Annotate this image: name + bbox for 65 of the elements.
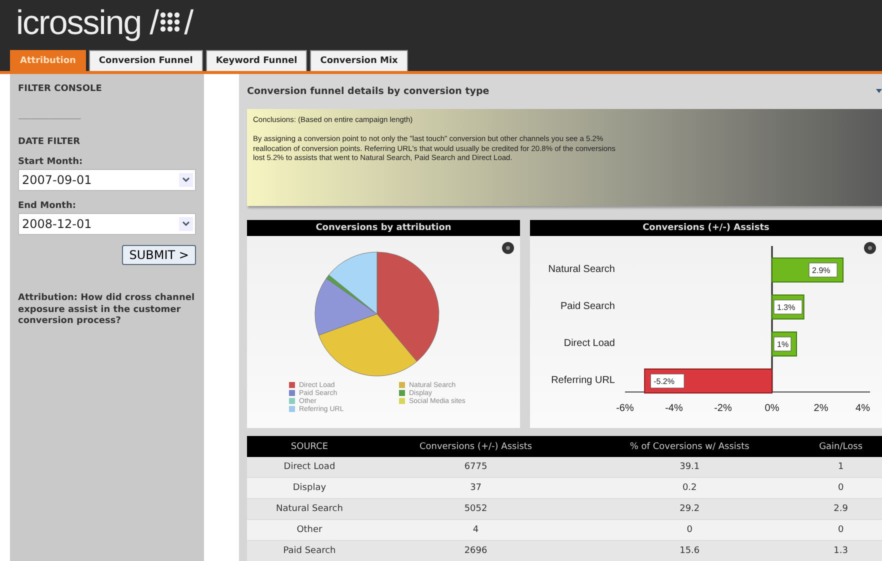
tab[interactable]: Conversion Funnel	[88, 50, 203, 71]
tick-label: -4%	[665, 402, 683, 414]
column-header: Gain/Loss	[800, 436, 882, 457]
tick-label: 4%	[856, 402, 870, 414]
table-cell: Natural Search	[247, 498, 372, 520]
collapse-caret-icon[interactable]	[876, 88, 882, 94]
data-label: -5.2%	[654, 376, 675, 386]
table-cell: 29.2	[580, 498, 800, 520]
table-cell: 0	[800, 520, 882, 540]
table-cell: 2.9	[800, 498, 882, 520]
table-cell: 0	[580, 520, 800, 540]
value-label: -5.2%	[650, 374, 684, 388]
dots-logo-icon	[160, 12, 182, 34]
table-cell: 15.6	[580, 540, 800, 561]
column-header: % of Coversions w/ Assists	[580, 436, 800, 457]
tick-label: -6%	[616, 402, 634, 414]
dropdown-caret-icon[interactable]	[179, 173, 193, 187]
tick-label: 2%	[814, 402, 828, 414]
logo-slash: /	[184, 6, 193, 40]
category-label: Direct Load	[564, 338, 615, 349]
category-label: Paid Search	[560, 300, 615, 312]
table-cell: 6775	[372, 457, 580, 478]
value-label: 1%	[774, 336, 792, 352]
month-dropdown[interactable]: 2007-09-01	[18, 169, 196, 191]
table-cell: 0.2	[580, 478, 800, 498]
table-cell: 0	[800, 478, 882, 498]
panel-title: Conversion funnel details by conversion type	[247, 86, 490, 97]
table-cell: Other	[247, 520, 372, 540]
table-cell: 37	[372, 478, 580, 498]
month-dropdown[interactable]: 2008-12-01	[18, 213, 196, 235]
column-header: SOURCE	[247, 436, 372, 457]
submit-button[interactable]: SUBMIT >	[122, 245, 196, 265]
tab[interactable]: Keyword Funnel	[206, 50, 308, 71]
dashed-separator: ---------------------------------	[18, 114, 82, 123]
data-label: 1%	[777, 340, 789, 349]
table-cell: 39.1	[580, 457, 800, 478]
chart-title: Conversions (+/-) Assists	[530, 220, 882, 236]
table-cell: Paid Search	[247, 540, 372, 561]
dropdown-caret-icon[interactable]	[179, 217, 193, 231]
table-cell: 2696	[372, 540, 580, 561]
tick-label: -2%	[714, 402, 732, 414]
help-icon[interactable]	[864, 242, 876, 254]
value-label: 2.9%	[808, 262, 838, 278]
tick-label: 0%	[764, 402, 780, 414]
category-label: Referring URL	[551, 374, 615, 386]
table-cell: 1	[800, 457, 882, 478]
tab[interactable]: Conversion Mix	[310, 50, 408, 71]
value-label: 1.3%	[774, 300, 802, 314]
category-label: Natural Search	[548, 264, 615, 275]
table-cell: 5052	[372, 498, 580, 520]
data-label: 1.3%	[777, 302, 796, 312]
date-filter-title: DATE FILTER	[18, 137, 82, 147]
question-text: Attribution: How did cross channel exposure assist in the customer conversion process?	[18, 293, 196, 328]
column-header: Conversions (+/-) Assists	[372, 436, 580, 457]
filter-console-title: FILTER CONSOLE	[18, 84, 103, 94]
help-icon[interactable]	[502, 242, 514, 254]
table-cell: 4	[372, 520, 580, 540]
table-cell: Direct Load	[247, 457, 372, 478]
table-cell: 1.3	[800, 540, 882, 561]
table-cell: Display	[247, 478, 372, 498]
data-label: 2.9%	[812, 266, 830, 275]
logo: icrossing /	[16, 6, 158, 40]
chart-title: Conversions by attribution	[247, 220, 520, 236]
field-label: End Month:	[18, 201, 77, 211]
field-label: Start Month:	[18, 157, 84, 167]
